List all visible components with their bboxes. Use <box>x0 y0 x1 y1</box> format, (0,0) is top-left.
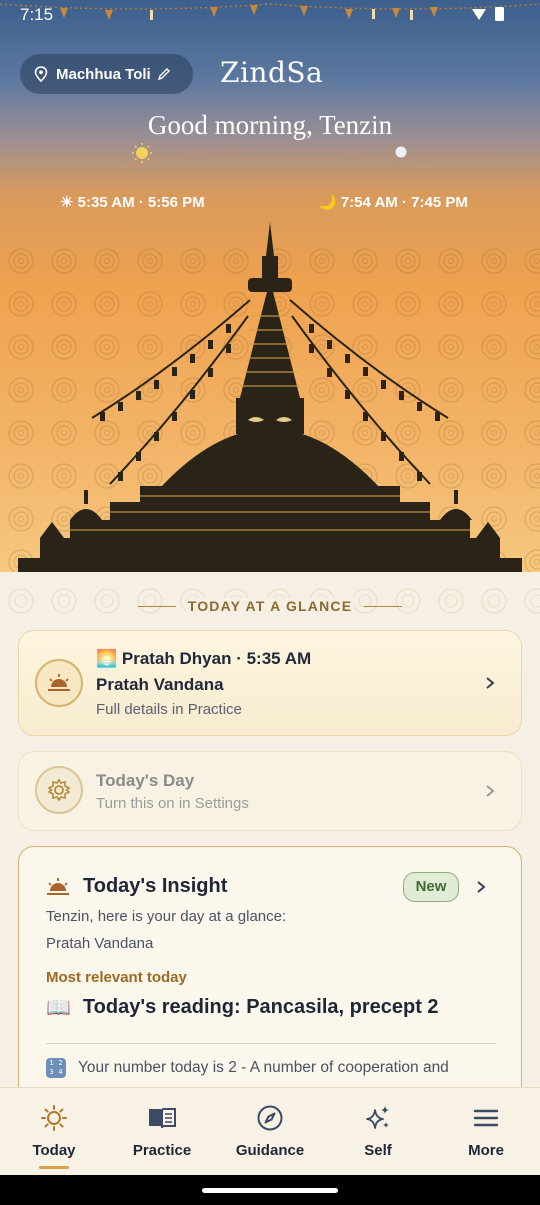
practice-name: Pratah Vandana <box>96 675 224 694</box>
nav-self-label: Self <box>364 1142 392 1159</box>
chevron-right-icon[interactable] <box>483 676 497 690</box>
todays-day-subtitle: Turn this on in Settings <box>96 795 249 812</box>
gear-icon <box>35 766 83 814</box>
insight-practice: Pratah Vandana <box>46 935 154 952</box>
sunrise-icon <box>35 659 83 707</box>
sun-moon-arc <box>119 143 431 169</box>
compass-icon <box>257 1105 283 1131</box>
section-heading: TODAY AT A GLANCE <box>0 598 540 614</box>
moon-icon <box>395 146 407 158</box>
insight-subtitle: Tenzin, here is your day at a glance: <box>46 908 287 925</box>
home-gesture-handle[interactable] <box>202 1188 338 1193</box>
new-badge: New <box>403 872 459 902</box>
chevron-right-icon[interactable] <box>474 880 488 894</box>
daily-number-text: Your number today is 2 - A number of coo… <box>78 1059 449 1076</box>
active-indicator <box>39 1166 69 1169</box>
content-scroll-area[interactable]: TODAY AT A GLANCE 🌅 Pratah Dhyan · 5:35 … <box>0 572 540 1087</box>
location-label: Machhua Toli <box>56 65 151 83</box>
nav-more-label: More <box>468 1142 504 1159</box>
nav-more[interactable]: More <box>432 1088 540 1175</box>
nav-guidance[interactable]: Guidance <box>216 1088 324 1175</box>
practice-card[interactable]: 🌅 Pratah Dhyan · 5:35 AM Pratah Vandana … <box>18 630 522 736</box>
bottom-navigation: Today Practice Guidance Self More <box>0 1087 540 1175</box>
section-heading-label: TODAY AT A GLANCE <box>185 598 355 614</box>
todays-reading[interactable]: 📖 Today's reading: Pancasila, precept 2 <box>46 995 439 1019</box>
nav-guidance-label: Guidance <box>235 1142 305 1159</box>
practice-time: 🌅 Pratah Dhyan · 5:35 AM <box>96 649 312 668</box>
divider <box>46 1043 496 1044</box>
daily-number: 1234 Your number today is 2 - A number o… <box>46 1058 516 1078</box>
nav-practice-label: Practice <box>132 1142 192 1159</box>
location-pill[interactable]: Machhua Toli <box>20 54 193 94</box>
location-pin-icon <box>34 66 48 82</box>
nav-self[interactable]: Self <box>324 1088 432 1175</box>
most-relevant-label: Most relevant today <box>46 969 187 986</box>
nav-today-label: Today <box>32 1142 76 1159</box>
sun-icon <box>132 143 152 163</box>
book-icon <box>149 1108 176 1129</box>
book-icon: 📖 <box>46 995 71 1019</box>
nav-practice[interactable]: Practice <box>108 1088 216 1175</box>
chevron-right-icon[interactable] <box>483 784 497 798</box>
system-navigation-bar <box>0 1175 540 1205</box>
menu-icon <box>473 1109 499 1127</box>
todays-day-title: Today's Day <box>96 771 195 790</box>
sunrise-sunset-times: ☀ 5:35 AM · 5:56 PM <box>60 194 205 211</box>
app-title: ZindSa <box>220 56 324 89</box>
sun-icon <box>41 1105 67 1131</box>
sparkles-icon <box>366 1106 389 1129</box>
stupa-illustration <box>18 222 522 572</box>
numbers-icon: 1234 <box>46 1058 66 1078</box>
nav-today[interactable]: Today <box>0 1088 108 1175</box>
status-time: 7:15 <box>20 5 54 24</box>
app-screen: 7:15 Machhua Toli ZindSa Good morning, T… <box>0 0 540 1205</box>
insight-title: Today's Insight <box>83 875 228 897</box>
moonrise-moonset-times: 🌙 7:54 AM · 7:45 PM <box>318 194 468 211</box>
hero-banner: 7:15 Machhua Toli ZindSa Good morning, T… <box>0 0 540 572</box>
practice-details-link: Full details in Practice <box>96 701 242 718</box>
todays-day-card[interactable]: Today's Day Turn this on in Settings <box>18 751 522 831</box>
insight-card[interactable]: Today's Insight New Tenzin, here is your… <box>18 846 522 1087</box>
greeting: Good morning, Tenzin <box>147 110 393 140</box>
status-icons <box>472 7 504 21</box>
sunrise-icon <box>47 878 69 895</box>
todays-reading-text: Today's reading: Pancasila, precept 2 <box>82 995 439 1018</box>
prayer-flags-decoration <box>0 3 540 20</box>
edit-pencil-icon[interactable] <box>157 67 171 81</box>
